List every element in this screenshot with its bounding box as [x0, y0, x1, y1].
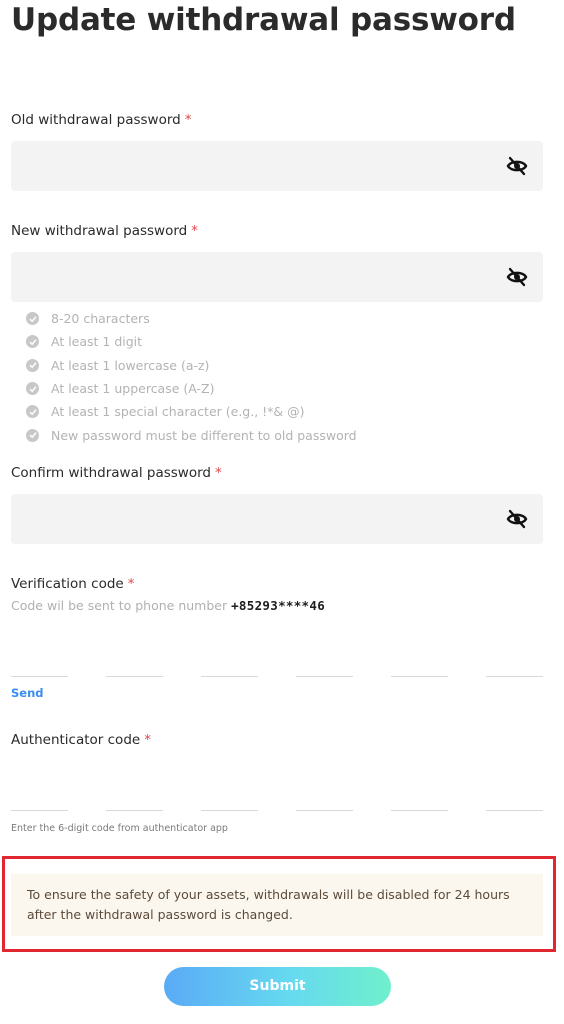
password-rule-text: At least 1 digit: [51, 334, 143, 350]
password-rule-text: 8-20 characters: [51, 311, 150, 327]
required-asterisk: *: [214, 465, 222, 481]
authenticator-digit-input[interactable]: [296, 777, 353, 811]
page-title: Update withdrawal password: [11, 2, 516, 38]
check-circle-icon: [26, 312, 39, 326]
authenticator-code-label-text: Authenticator code: [11, 732, 141, 748]
verification-code-inputs: [11, 643, 543, 677]
verification-digit-input[interactable]: [486, 643, 543, 677]
safety-notice: To ensure the safety of your assets, wit…: [11, 874, 543, 936]
verification-hint-text: Code wil be sent to phone number: [11, 598, 228, 613]
authenticator-code-inputs: [11, 777, 543, 811]
required-asterisk: *: [191, 223, 198, 239]
send-code-link[interactable]: Send: [11, 686, 44, 700]
authenticator-digit-input[interactable]: [201, 777, 258, 811]
required-asterisk: *: [144, 732, 151, 748]
authenticator-digit-input[interactable]: [11, 777, 68, 811]
check-circle-icon: [26, 335, 39, 349]
old-password-input[interactable]: [11, 141, 543, 191]
eye-off-icon[interactable]: [506, 156, 528, 176]
new-password-label: New withdrawal password *: [11, 223, 198, 239]
confirm-password-label: Confirm withdrawal password *: [11, 465, 222, 481]
authenticator-digit-input[interactable]: [391, 777, 448, 811]
password-rule-text: New password must be different to old pa…: [51, 427, 357, 443]
new-password-label-text: New withdrawal password: [11, 223, 188, 239]
password-rule: At least 1 digit: [26, 330, 357, 353]
verification-digit-input[interactable]: [201, 643, 258, 677]
password-rule: At least 1 special character (e.g., !*& …: [26, 400, 357, 423]
required-asterisk: *: [184, 112, 192, 128]
password-rule-text: At least 1 special character (e.g., !*& …: [51, 404, 305, 420]
verification-digit-input[interactable]: [391, 643, 448, 677]
verification-digit-input[interactable]: [296, 643, 353, 677]
old-password-label: Old withdrawal password *: [11, 112, 191, 128]
verification-digit-input[interactable]: [11, 643, 68, 677]
authenticator-digit-input[interactable]: [106, 777, 163, 811]
eye-off-icon[interactable]: [506, 267, 528, 287]
password-rule: 8-20 characters: [26, 307, 357, 330]
check-circle-icon: [26, 428, 39, 442]
masked-phone-number: +85293****46: [231, 598, 326, 613]
authenticator-digit-input[interactable]: [486, 777, 543, 811]
check-circle-icon: [26, 358, 39, 372]
safety-notice-text: To ensure the safety of your assets, wit…: [27, 887, 510, 922]
password-rule-text: At least 1 lowercase (a-z): [51, 357, 210, 373]
password-rules-list: 8-20 characters At least 1 digit At leas…: [26, 307, 357, 447]
password-rule: At least 1 uppercase (A-Z): [26, 377, 357, 400]
password-rule: At least 1 lowercase (a-z): [26, 354, 357, 377]
confirm-password-label-text: Confirm withdrawal password: [11, 465, 211, 481]
required-asterisk: *: [127, 576, 135, 592]
password-rule: New password must be different to old pa…: [26, 423, 357, 446]
new-password-input[interactable]: [11, 252, 543, 302]
password-rule-text: At least 1 uppercase (A-Z): [51, 381, 215, 397]
verification-code-label: Verification code *: [11, 576, 134, 592]
check-circle-icon: [26, 405, 39, 419]
authenticator-code-label: Authenticator code *: [11, 732, 151, 748]
submit-button[interactable]: Submit: [164, 967, 391, 1006]
verification-hint: Code wil be sent to phone number +85293*…: [11, 598, 325, 613]
confirm-password-input[interactable]: [11, 494, 543, 544]
old-password-label-text: Old withdrawal password: [11, 112, 181, 128]
verification-digit-input[interactable]: [106, 643, 163, 677]
verification-code-label-text: Verification code: [11, 576, 124, 592]
check-circle-icon: [26, 382, 39, 396]
eye-off-icon[interactable]: [506, 509, 528, 529]
authenticator-hint: Enter the 6-digit code from authenticato…: [11, 823, 228, 834]
